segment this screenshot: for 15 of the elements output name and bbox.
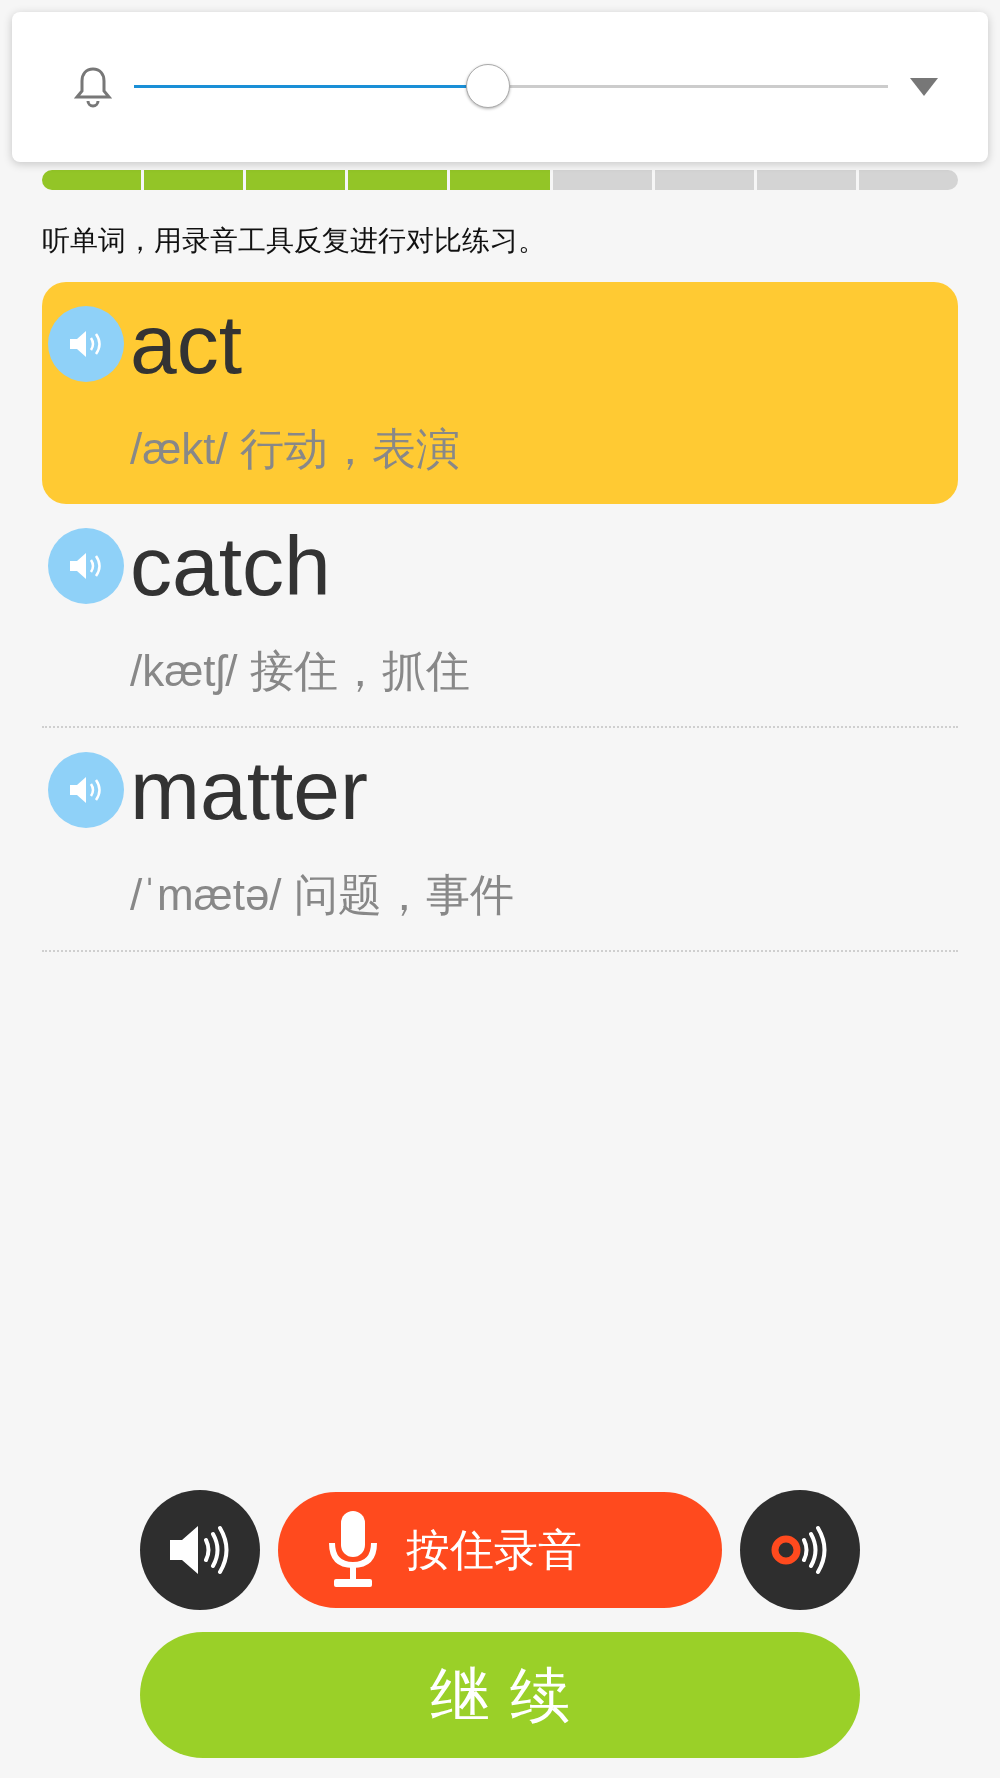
word-item[interactable]: act /ækt/ 行动，表演	[42, 282, 958, 504]
word-text: act	[130, 302, 244, 386]
slider-thumb[interactable]	[466, 64, 511, 108]
phonetic-text: /ˈmætə/ 问题，事件	[130, 869, 514, 921]
phonetic-text: /kætʃ/ 接住，抓住	[130, 645, 470, 697]
instruction-text: 听单词，用录音工具反复进行对比练习。	[42, 223, 547, 259]
word-item[interactable]: matter /ˈmætə/ 问题，事件	[42, 728, 958, 952]
dropdown-caret-icon[interactable]	[910, 78, 938, 96]
microphone-icon	[328, 1511, 378, 1589]
bell-icon[interactable]	[74, 66, 112, 108]
word-text: matter	[130, 748, 370, 832]
word-item[interactable]: catch /kætʃ/ 接住，抓住	[42, 504, 958, 728]
phonetic-text: /ækt/ 行动，表演	[130, 423, 461, 475]
word-text: catch	[130, 524, 332, 608]
volume-slider[interactable]	[134, 64, 888, 110]
